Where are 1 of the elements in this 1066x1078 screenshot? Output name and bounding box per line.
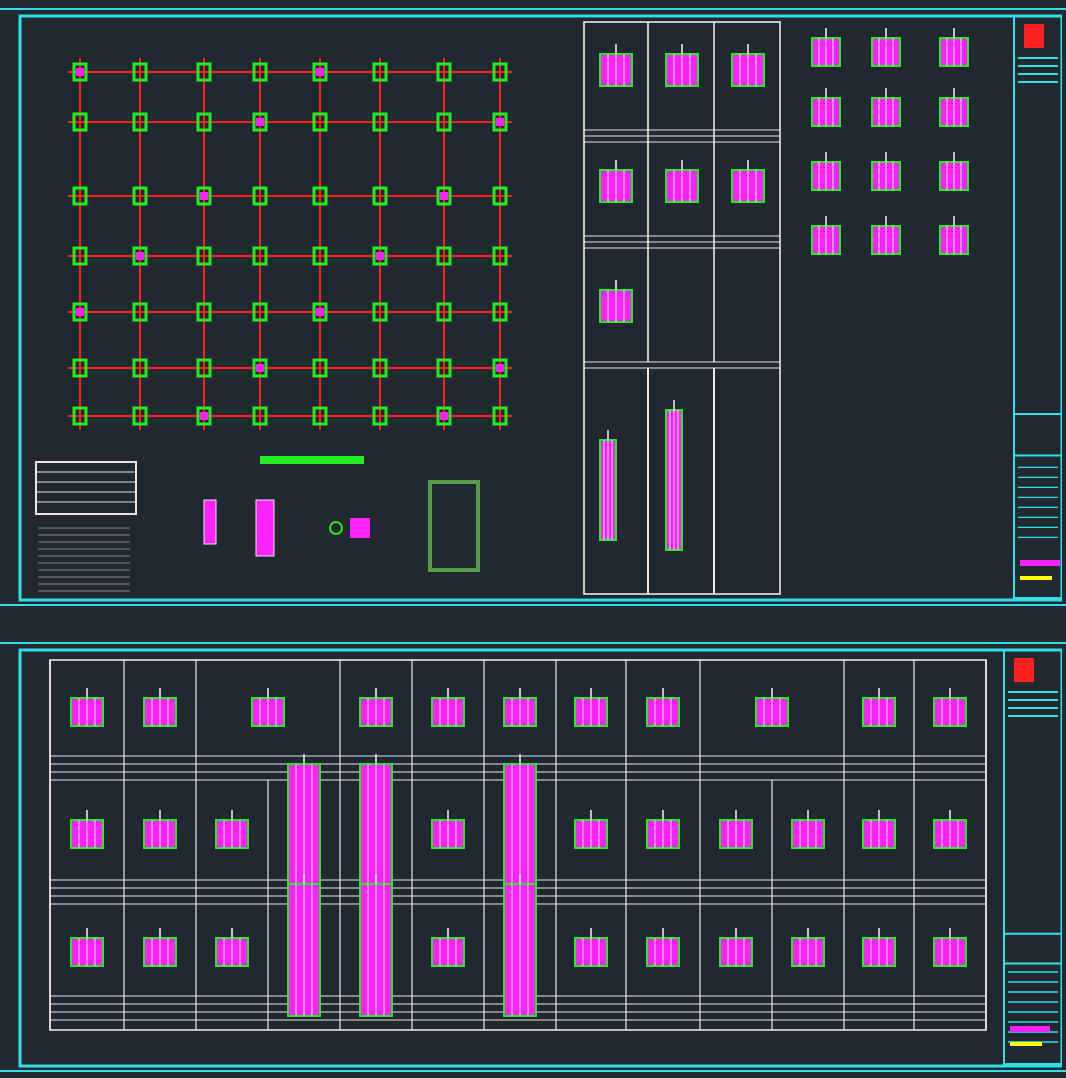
notes-table-drawing [35,461,137,592]
